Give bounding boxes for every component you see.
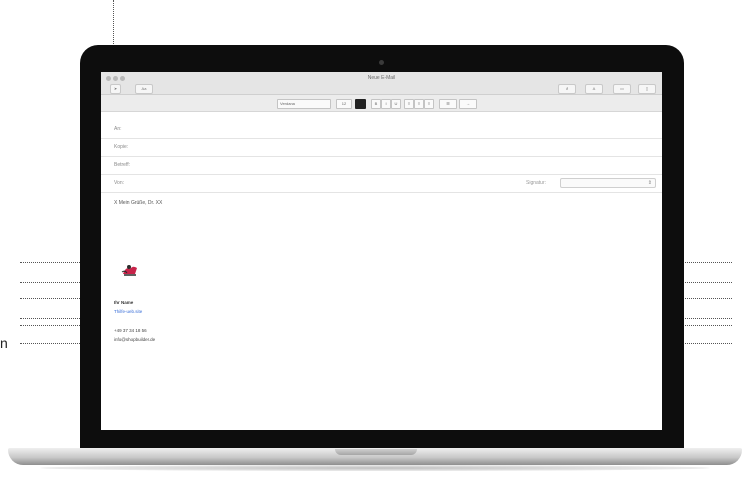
mail-compose-window: Neue E-Mail ➤ Aa ∂ A ▭ ▯ Verdana 12 B I … [101, 72, 662, 430]
media-icon: ▯ [645, 86, 649, 91]
font-family-select[interactable]: Verdana [277, 99, 331, 109]
align-left-button[interactable]: ≡ [404, 99, 414, 109]
signature-email[interactable]: info@shopbuilder.de [114, 337, 155, 342]
to-label: An: [114, 126, 122, 132]
message-body-line[interactable]: X Mein Grüße, Dr. XX [114, 200, 162, 206]
subject-label: Betreff: [114, 162, 131, 168]
photo-icon: ▭ [620, 86, 624, 91]
margin-text: n [0, 335, 8, 351]
paper-plane-icon: ➤ [113, 86, 118, 91]
cc-label: Kopie: [114, 144, 129, 150]
signature-phone: +49 37 34 18 56 [114, 328, 147, 333]
bold-button[interactable]: B [371, 99, 381, 109]
window-titlebar: Neue E-Mail ➤ Aa ∂ A ▭ ▯ [101, 72, 662, 95]
signature-name: Ihr Name [114, 300, 134, 305]
camera-icon [379, 60, 384, 65]
signature-link[interactable]: Thilfe-ueb.site [114, 309, 142, 314]
attach-button[interactable]: ∂ [558, 84, 576, 94]
italic-button[interactable]: I [381, 99, 391, 109]
align-center-button[interactable]: ≡ [414, 99, 424, 109]
font-size-select[interactable]: 12 [336, 99, 352, 109]
send-button[interactable]: ➤ [110, 84, 121, 94]
align-right-button[interactable]: ≡ [424, 99, 434, 109]
format-bar: Verdana 12 B I U ≡ ≡ ≡ ☰ → [101, 95, 662, 112]
laptop-notch [335, 449, 417, 455]
laptop-shadow [40, 465, 710, 471]
logo-icon [121, 265, 137, 276]
underline-button[interactable]: U [391, 99, 401, 109]
media-browser-button[interactable]: ▯ [638, 84, 656, 94]
list-select[interactable]: ☰ [439, 99, 457, 109]
signature-select[interactable]: ⇕ [560, 178, 656, 188]
signature-label: Signatur: [526, 180, 547, 186]
indent-select[interactable]: → [459, 99, 477, 109]
format-button[interactable]: A [585, 84, 603, 94]
paperclip-icon: ∂ [566, 86, 568, 91]
from-field-row[interactable]: Von: Signatur: ⇕ [101, 174, 662, 193]
cc-field-row[interactable]: Kopie: [101, 138, 662, 157]
laptop-bezel-bottom [80, 430, 684, 450]
from-label: Von: [114, 180, 125, 186]
photo-button[interactable]: ▭ [613, 84, 631, 94]
header-fields-button[interactable]: Aa [135, 84, 153, 94]
chevron-updown-icon: ⇕ [647, 180, 652, 186]
window-title: Neue E-Mail [367, 75, 396, 81]
subject-field-row[interactable]: Betreff: [101, 156, 662, 175]
to-field-row[interactable]: An: [101, 120, 662, 139]
text-color-button[interactable] [355, 99, 366, 109]
